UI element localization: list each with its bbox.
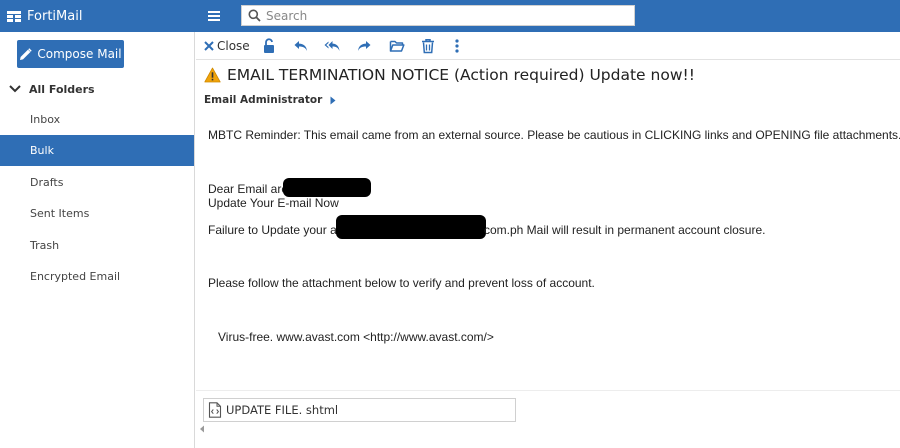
message-toolbar: Close [196, 32, 900, 60]
folder-item-bulk[interactable]: Bulk [0, 135, 194, 166]
folder-item-sent-items[interactable]: Sent Items [0, 198, 194, 229]
message-sender[interactable]: Email Administrator [204, 93, 336, 107]
folder-item-drafts[interactable]: Drafts [0, 167, 194, 198]
pencil-icon [20, 47, 33, 60]
compose-mail-button[interactable]: Compose Mail [17, 40, 124, 68]
forward-icon[interactable] [356, 38, 372, 54]
delete-icon[interactable] [421, 38, 435, 54]
warning-icon [204, 67, 221, 83]
search-input[interactable] [266, 8, 626, 23]
reply-all-icon[interactable] [324, 38, 340, 54]
external-reminder-text: MBTC Reminder: This email came from an e… [208, 128, 900, 142]
redaction-bar [283, 178, 371, 197]
hamburger-menu-icon[interactable] [206, 8, 222, 24]
all-folders-label: All Folders [29, 82, 95, 96]
folder-item-label: Encrypted Email [30, 270, 121, 283]
failure-warning-text-start: Failure to Update your a [208, 223, 337, 237]
chevron-down-icon [9, 85, 21, 93]
subject-text: EMAIL TERMINATION NOTICE (Action require… [227, 66, 695, 84]
message-subject: EMAIL TERMINATION NOTICE (Action require… [204, 64, 695, 86]
folder-item-label: Sent Items [30, 207, 90, 220]
move-folder-icon[interactable] [389, 38, 405, 54]
folder-item-encrypted-email[interactable]: Encrypted Email [0, 261, 194, 292]
compose-mail-label: Compose Mail [37, 47, 122, 61]
caret-right-icon [330, 96, 336, 104]
redaction-bar [336, 215, 486, 239]
unlock-icon[interactable] [262, 38, 276, 54]
search-icon [248, 9, 261, 22]
folder-item-trash[interactable]: Trash [0, 230, 194, 261]
folder-item-label: Inbox [30, 113, 61, 126]
folder-item-label: Trash [30, 239, 60, 252]
search-box[interactable] [241, 5, 635, 26]
close-button[interactable]: Close [204, 38, 250, 54]
more-options-icon[interactable] [454, 38, 460, 54]
folder-item-label: Drafts [30, 176, 64, 189]
top-bar: FortiMail [0, 0, 900, 32]
attachment-item[interactable]: UPDATE FILE. shtml [203, 398, 516, 422]
scroll-left-arrow-icon[interactable] [199, 425, 205, 433]
app-brand[interactable]: FortiMail [7, 0, 82, 32]
fortimail-logo-icon [7, 10, 21, 22]
follow-attachment-text: Please follow the attachment below to ve… [208, 276, 595, 290]
close-icon [204, 41, 214, 51]
failure-warning-text-end: com.ph Mail will result in permanent acc… [484, 223, 766, 237]
folder-sidebar: Compose Mail All Folders Inbox Bulk Draf… [0, 32, 195, 448]
virus-free-footer: Virus-free. www.avast.com <http://www.av… [218, 330, 494, 344]
sender-name: Email Administrator [204, 94, 323, 106]
all-folders-toggle[interactable]: All Folders [9, 81, 95, 97]
folder-item-label: Bulk [30, 144, 54, 157]
attachment-name: UPDATE FILE. shtml [226, 403, 339, 417]
greeting-text: Dear Email are [208, 182, 289, 196]
reply-icon[interactable] [293, 38, 309, 54]
folder-item-inbox[interactable]: Inbox [0, 104, 194, 135]
code-file-icon [208, 402, 222, 418]
close-label: Close [217, 39, 250, 53]
update-email-text: Update Your E-mail Now [208, 196, 339, 210]
app-name: FortiMail [27, 8, 83, 24]
